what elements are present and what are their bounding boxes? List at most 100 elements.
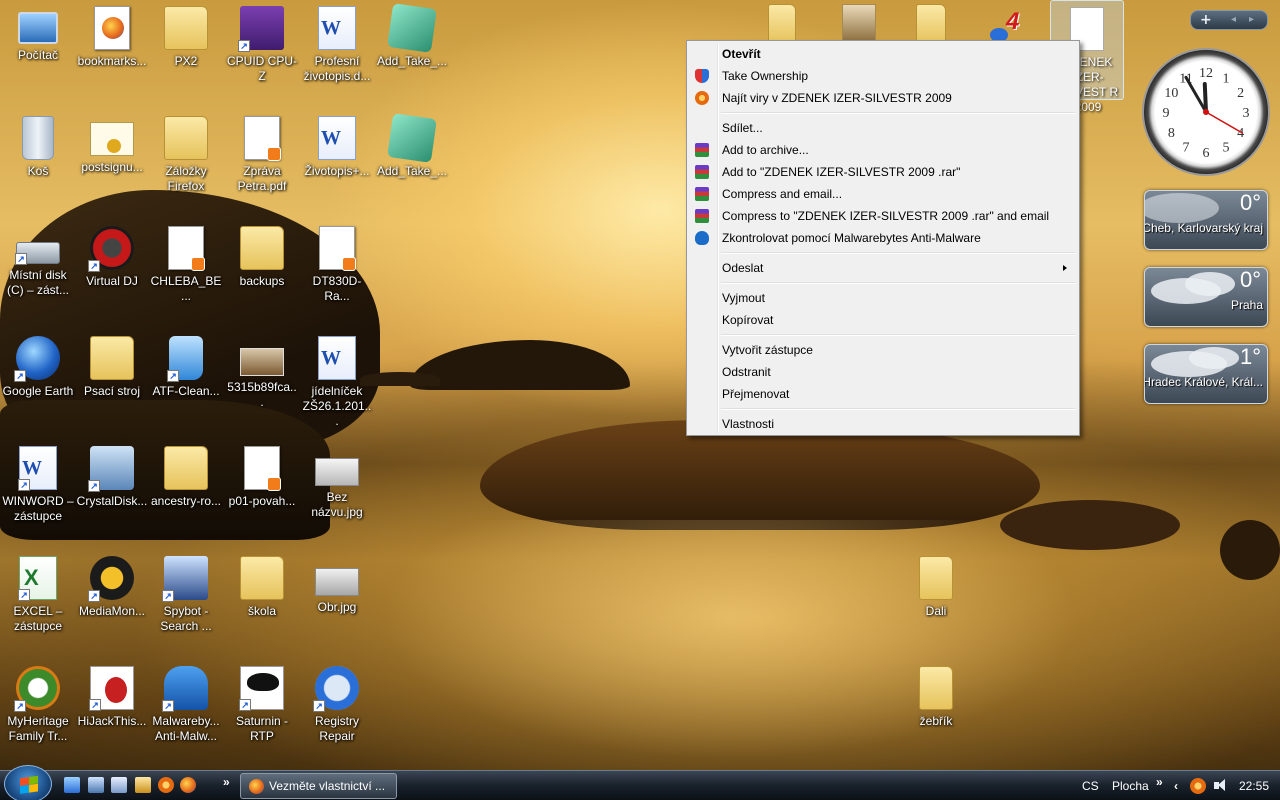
firefox-icon[interactable] bbox=[180, 777, 196, 793]
weather-gadget-hradec[interactable]: 1° Hradec Králové, Král... bbox=[1144, 344, 1268, 404]
clock-time[interactable]: 22:55 bbox=[1239, 771, 1269, 800]
quicklaunch-app-icon[interactable] bbox=[135, 777, 151, 793]
desktop-icon-atf-cleaner[interactable]: ↗ ATF-Clean... bbox=[148, 334, 224, 399]
app-four-icon[interactable]: 4 bbox=[990, 8, 1034, 44]
desktop-icon-skola[interactable]: škola bbox=[224, 554, 300, 619]
start-button[interactable] bbox=[4, 765, 52, 800]
desktop-icon-bookmarks[interactable]: bookmarks... bbox=[74, 4, 150, 69]
desktop-icon-label: CrystalDisk... bbox=[76, 494, 148, 508]
menu-item-add-to-archive[interactable]: Add to archive... bbox=[689, 139, 1077, 161]
quicklaunch-more-button[interactable]: » bbox=[223, 767, 230, 797]
desktop-icon-label: bookmarks... bbox=[77, 54, 147, 68]
switch-windows-icon[interactable] bbox=[88, 777, 104, 793]
desktop-icon-myheritage[interactable]: ↗ MyHeritage Family Tr... bbox=[0, 664, 76, 744]
desktop-icon-p01-povah[interactable]: p01-povah... bbox=[224, 444, 300, 509]
desktop-icon-psaci-stroj[interactable]: Psací stroj bbox=[74, 334, 150, 399]
desktop-icon-obr[interactable]: Obr.jpg bbox=[299, 554, 375, 615]
desktop-icon-mediamonkey[interactable]: ↗ MediaMon... bbox=[74, 554, 150, 619]
menu-item-compress-rar-email[interactable]: Compress to "ZDENEK IZER-SILVESTR 2009 .… bbox=[689, 205, 1077, 227]
malwarebytes-icon: ↗ bbox=[162, 666, 208, 712]
tray-expand-button[interactable]: ‹ bbox=[1174, 771, 1178, 800]
show-desktop-icon[interactable] bbox=[64, 777, 80, 793]
menu-item-share[interactable]: Sdílet... bbox=[689, 117, 1077, 139]
desktop-icon-virtual-dj[interactable]: ↗ Virtual DJ bbox=[74, 224, 150, 289]
menu-item-take-ownership[interactable]: Take Ownership bbox=[689, 65, 1077, 87]
folder-icon bbox=[164, 6, 208, 50]
desktop-icon-hijackthis[interactable]: ↗ HiJackThis... bbox=[74, 664, 150, 729]
next-page-button[interactable]: ▸ bbox=[1249, 11, 1254, 29]
menu-item-malwarebytes-scan[interactable]: Zkontrolovat pomocí Malwarebytes Anti-Ma… bbox=[689, 227, 1077, 249]
menu-item-properties[interactable]: Vlastnosti bbox=[689, 413, 1077, 435]
weather-gadget-praha[interactable]: 0° Praha bbox=[1144, 267, 1268, 327]
taskbar-item-label: Vezměte vlastnictví ... bbox=[269, 779, 386, 793]
taskbar-item-firefox[interactable]: Vezměte vlastnictví ... bbox=[240, 773, 397, 799]
folder-icon[interactable] bbox=[916, 4, 946, 44]
menu-item-delete[interactable]: Odstranit bbox=[689, 361, 1077, 383]
menu-item-copy[interactable]: Kopírovat bbox=[689, 309, 1077, 331]
desktop-toolbar-label[interactable]: Plocha bbox=[1112, 771, 1149, 800]
cpuz-icon: ↗ bbox=[238, 6, 284, 52]
menu-item-create-shortcut[interactable]: Vytvořit zástupce bbox=[689, 339, 1077, 361]
registry-repair-icon: ↗ bbox=[313, 666, 359, 712]
menu-item-add-to-rar[interactable]: Add to "ZDENEK IZER-SILVESTR 2009 .rar" bbox=[689, 161, 1077, 183]
desktop-icon-local-disk[interactable]: ↗ Místní disk (C) – zást... bbox=[0, 224, 76, 298]
desktop-icon-ancestry[interactable]: ancestry-ro... bbox=[148, 444, 224, 509]
desktop-icon-crystaldisk[interactable]: ↗ CrystalDisk... bbox=[74, 444, 150, 509]
avast-tray-icon[interactable] bbox=[1190, 778, 1206, 794]
menu-item-rename[interactable]: Přejmenovat bbox=[689, 383, 1077, 405]
desktop-icon-zivotopis-plus[interactable]: Životopis+... bbox=[299, 114, 375, 179]
desktop-icon-google-earth[interactable]: ↗ Google Earth bbox=[0, 334, 76, 399]
desktop-icon-dt830d[interactable]: DT830D-Ra... bbox=[299, 224, 375, 304]
desktop-icon-spybot[interactable]: ↗ Spybot - Search ... bbox=[148, 554, 224, 634]
desktop-icon-px2[interactable]: PX2 bbox=[148, 4, 224, 69]
desktop-icon-postsignum[interactable]: postsignu... bbox=[74, 114, 150, 175]
desktop-icon-backups[interactable]: backups bbox=[224, 224, 300, 289]
desktop-icon-cpuz[interactable]: ↗ CPUID CPU-Z bbox=[224, 4, 300, 84]
folder-icon[interactable] bbox=[768, 4, 796, 44]
menu-item-scan-viruses[interactable]: Najít viry v ZDENEK IZER-SILVESTR 2009 bbox=[689, 87, 1077, 109]
desktop-icon-recycle-bin[interactable]: Koš bbox=[0, 114, 76, 179]
menu-item-cut[interactable]: Vyjmout bbox=[689, 287, 1077, 309]
desktop-icon-zebrik[interactable]: žebřík bbox=[898, 664, 974, 729]
avast-tray-icon[interactable] bbox=[158, 777, 174, 793]
menu-item-compress-email[interactable]: Compress and email... bbox=[689, 183, 1077, 205]
shortcut-arrow-icon: ↗ bbox=[162, 700, 174, 712]
toolbar-more-button[interactable]: » bbox=[1156, 767, 1163, 797]
desktop-icon-bez-nazvu[interactable]: Bez názvu.jpg bbox=[299, 444, 375, 520]
shortcut-arrow-icon: ↗ bbox=[88, 260, 100, 272]
desktop-icon-label: Místní disk (C) – zást... bbox=[6, 268, 69, 297]
image-thumbnail-icon bbox=[240, 348, 284, 376]
desktop-icon-chleba[interactable]: CHLEBA_BE... bbox=[148, 224, 224, 304]
weather-gadget-cheb[interactable]: 0° Cheb, Karlovarský kraj bbox=[1144, 190, 1268, 250]
desktop-icon-5315b89fca[interactable]: 5315b89fca... bbox=[224, 334, 300, 410]
volume-icon[interactable] bbox=[1214, 778, 1228, 794]
wallpaper-shore-rocks bbox=[480, 420, 1040, 530]
avast-badge-icon bbox=[342, 257, 356, 271]
add-gadget-button[interactable]: + bbox=[1200, 11, 1212, 29]
desktop-icon-label: žebřík bbox=[919, 714, 953, 728]
desktop-icon-zalozky-firefox[interactable]: Záložky Firefox bbox=[148, 114, 224, 194]
desktop-icon-zivotopis-doc[interactable]: Profesní životopis.d... bbox=[299, 4, 375, 84]
desktop-icon-dali[interactable]: Dali bbox=[898, 554, 974, 619]
menu-item-send-to[interactable]: Odeslat bbox=[689, 257, 1077, 279]
clock-gadget[interactable]: 121234567891011 bbox=[1142, 48, 1270, 176]
prev-page-button[interactable]: ◂ bbox=[1231, 11, 1236, 29]
menu-item-open[interactable]: Otevřít bbox=[689, 43, 1077, 65]
desktop-icon-saturnin[interactable]: ↗ Saturnin - RTP bbox=[224, 664, 300, 744]
desktop-icon-label: PX2 bbox=[174, 54, 198, 68]
desktop-icon-label: Malwareby... Anti-Malw... bbox=[152, 714, 220, 743]
desktop-icon-add-take-1[interactable]: Add_Take_... bbox=[374, 3, 450, 69]
desktop-icon-add-take-2[interactable]: Add_Take_... bbox=[374, 113, 450, 179]
desktop-icon-registry-repair[interactable]: ↗ Registry Repair bbox=[299, 664, 375, 744]
desktop-icon-jidelnicek[interactable]: jídelníček ZŠ26.1.201... bbox=[299, 334, 375, 429]
desktop-icon-malwarebytes[interactable]: ↗ Malwareby... Anti-Malw... bbox=[148, 664, 224, 744]
desktop-icon-zprava-petra[interactable]: Zpráva Petra.pdf bbox=[224, 114, 300, 194]
desktop-icon-winword[interactable]: ↗ WINWORD – zástupce bbox=[0, 444, 76, 524]
explorer-icon[interactable] bbox=[111, 777, 127, 793]
desktop-icon-computer[interactable]: Počítač bbox=[0, 4, 76, 63]
language-indicator[interactable]: CS bbox=[1082, 771, 1099, 800]
shortcut-arrow-icon: ↗ bbox=[238, 40, 250, 52]
photo-folder-icon[interactable] bbox=[842, 4, 876, 44]
computer-icon bbox=[18, 12, 58, 44]
desktop-icon-excel[interactable]: ↗ EXCEL – zástupce bbox=[0, 554, 76, 634]
